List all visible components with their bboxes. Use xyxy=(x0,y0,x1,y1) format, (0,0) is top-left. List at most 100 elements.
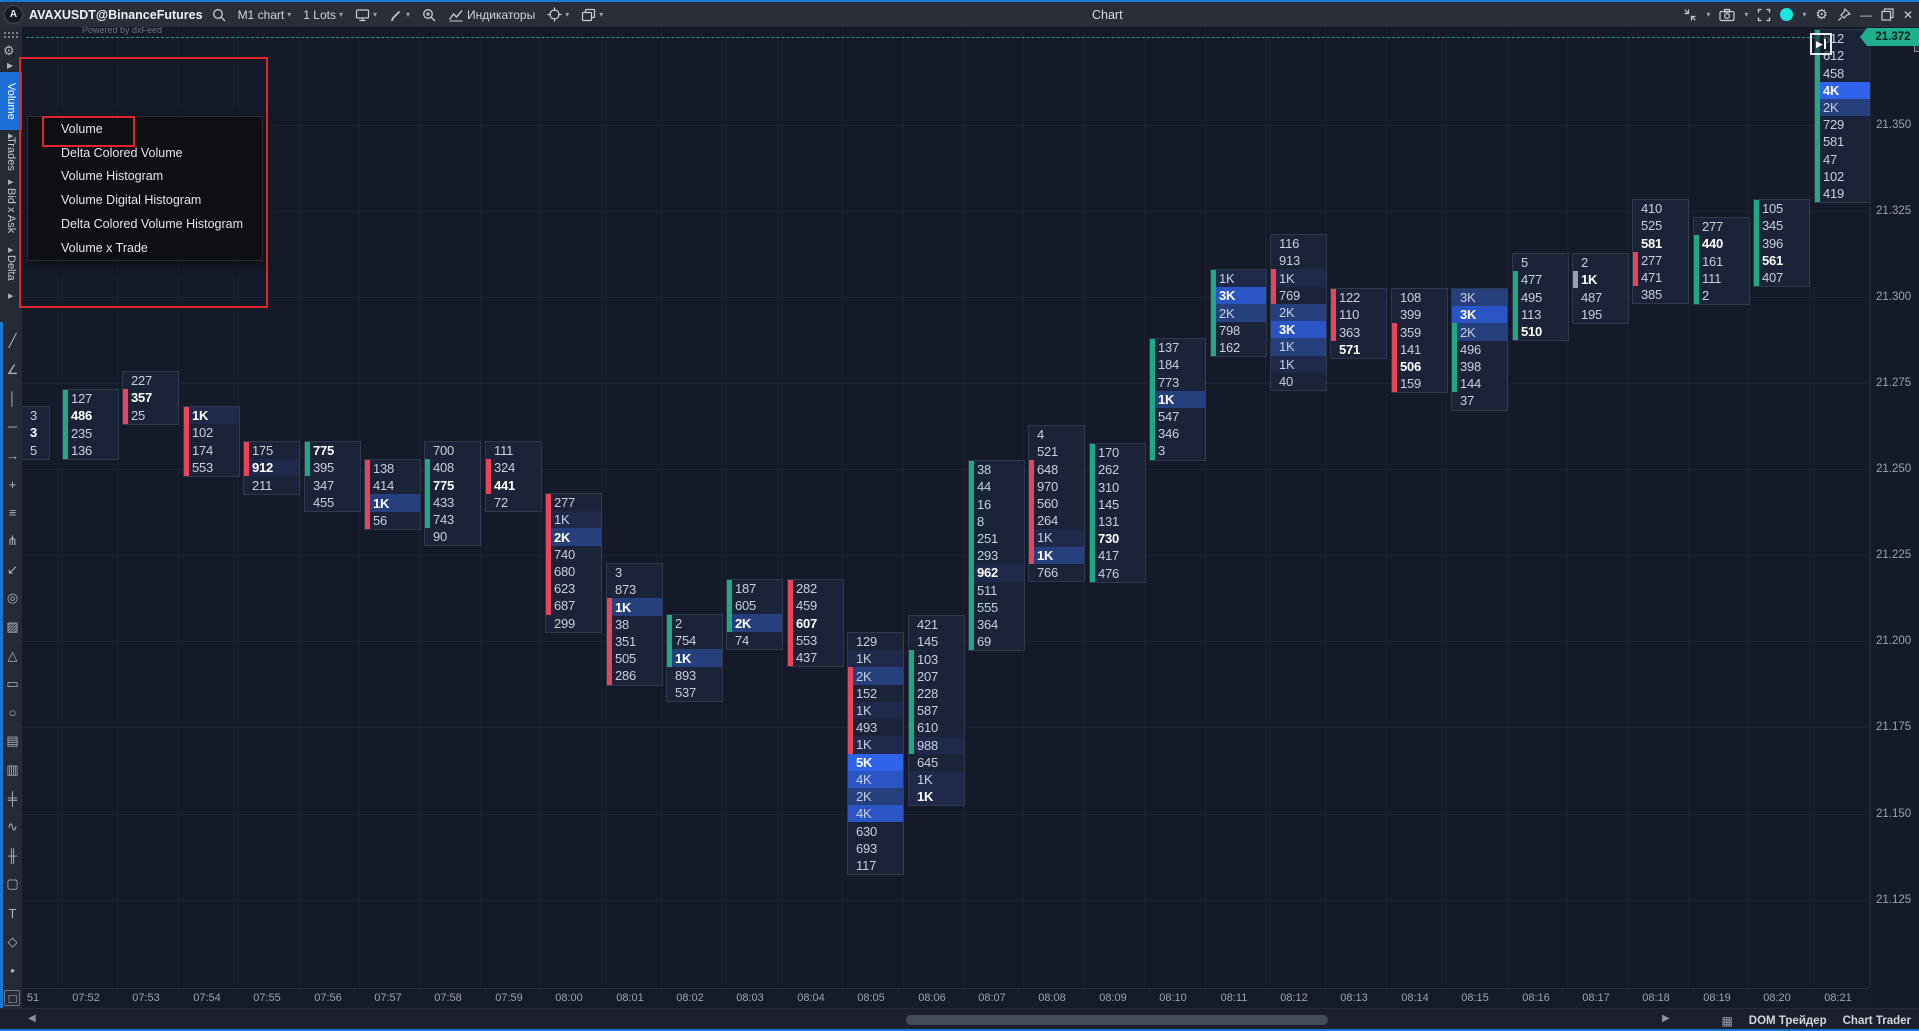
scroll-left-arrow[interactable]: ◀ xyxy=(28,1013,36,1024)
menu-item-delta-colored-volume-histogram[interactable]: Delta Colored Volume Histogram xyxy=(28,212,262,236)
fib-circle-icon[interactable]: ◎ xyxy=(3,586,22,610)
search-button[interactable] xyxy=(209,8,229,22)
price-label: 21.150 xyxy=(1876,808,1911,820)
chevron-down-icon[interactable]: ▾ xyxy=(1706,10,1710,19)
arrow-icon[interactable]: → xyxy=(3,443,22,467)
rectangle-icon[interactable]: ▭ xyxy=(3,672,22,696)
tab-dom-trader[interactable]: DOM Трейдер xyxy=(1749,1015,1827,1027)
wave-icon[interactable]: ∿ xyxy=(3,815,22,839)
text-tool-icon[interactable]: T xyxy=(3,901,22,925)
cluster-cell: 37 xyxy=(1452,392,1507,409)
axis-settings-box-icon[interactable] xyxy=(4,990,20,1006)
sidebar-tab-volume[interactable]: Volume xyxy=(0,72,22,130)
time-axis[interactable]: 5107:5207:5307:5407:5507:5607:5707:5807:… xyxy=(22,988,1870,1009)
price-label: 21.325 xyxy=(1876,205,1911,217)
panel-expand-arrow-icon[interactable]: ▶ xyxy=(7,61,13,70)
timeframe-dropdown[interactable]: M1 chart▾ xyxy=(235,8,295,22)
price-label: 21.350 xyxy=(1876,119,1911,131)
cluster-cell: 766 xyxy=(1029,564,1084,581)
chevron-down-icon[interactable]: ▾ xyxy=(1802,10,1806,19)
menu-item-volume-x-trade[interactable]: Volume x Trade xyxy=(28,236,262,260)
menu-item-volume-digital-histogram[interactable]: Volume Digital Histogram xyxy=(28,188,262,212)
collapse-panel-button[interactable] xyxy=(1683,8,1697,22)
target-icon xyxy=(547,7,562,22)
triangle-icon[interactable]: △ xyxy=(3,644,22,668)
chevron-down-icon[interactable]: ▾ xyxy=(1744,10,1748,19)
chevron-down-icon: ▾ xyxy=(565,10,569,19)
close-button[interactable]: ✕ xyxy=(1903,8,1913,22)
gridline-vertical xyxy=(1205,27,1206,988)
profile-left-icon[interactable]: ▤ xyxy=(3,729,22,753)
pin-button[interactable] xyxy=(1837,8,1851,22)
label-tag-icon[interactable]: ◇ xyxy=(3,930,22,954)
cluster-cell: 4K xyxy=(1815,82,1870,99)
cluster-cell: 69 xyxy=(969,633,1024,650)
crosshair-dropdown[interactable]: ▾ xyxy=(544,7,572,22)
cluster-cell: 440 xyxy=(1694,235,1749,252)
scroll-right-arrow[interactable]: ▶ xyxy=(1662,1013,1670,1024)
volume-cluster: 6126124584K2K72958147102419 xyxy=(1815,30,1870,202)
price-axis[interactable]: 21.35021.32521.30021.27521.25021.22521.2… xyxy=(1870,27,1919,988)
trend-line-icon[interactable]: ╱ xyxy=(3,329,22,353)
layout-dropdown[interactable]: ▾ xyxy=(578,8,606,22)
collapse-arrows-icon xyxy=(1683,8,1697,22)
settings-button[interactable]: ⚙ xyxy=(1815,6,1828,23)
hatch-icon[interactable]: ▨ xyxy=(3,615,22,639)
time-label: 08:04 xyxy=(797,992,825,1004)
go-to-realtime-button[interactable]: ▶ xyxy=(1810,33,1832,55)
volume-cluster: 335 xyxy=(22,407,49,459)
drag-grip-icon[interactable] xyxy=(3,31,19,39)
indicators-button[interactable]: Индикаторы xyxy=(445,8,538,22)
cluster-cell: 90 xyxy=(425,528,480,545)
dotted-rect-icon[interactable]: ▢ xyxy=(3,872,22,896)
titlebar: A AVAXUSDT@BinanceFutures M1 chart▾ 1 Lo… xyxy=(0,2,1919,27)
fullscreen-button[interactable] xyxy=(1757,8,1771,22)
cluster-cell: 102 xyxy=(184,424,239,441)
cluster-cell: 495 xyxy=(1513,288,1568,305)
lots-dropdown[interactable]: 1 Lots▾ xyxy=(300,8,346,22)
restore-button[interactable] xyxy=(1881,8,1894,21)
time-label: 08:06 xyxy=(918,992,946,1004)
screenshot-button[interactable] xyxy=(1719,8,1735,22)
sidebar-tab-bid-x-ask[interactable]: Bid x Ask xyxy=(0,178,22,244)
horizontal-line-icon[interactable]: ─ xyxy=(3,415,22,439)
ellipse-icon[interactable]: ○ xyxy=(3,701,22,725)
menu-item-volume-histogram[interactable]: Volume Histogram xyxy=(28,165,262,189)
sidebar-tab-trades[interactable]: Trades xyxy=(0,132,22,176)
profile-right-icon[interactable]: ▥ xyxy=(3,758,22,782)
cluster-cell: 105 xyxy=(1754,200,1809,217)
arrow-corner-icon[interactable]: ↙ xyxy=(3,558,22,582)
pitchfork-icon[interactable]: ⋔ xyxy=(3,529,22,553)
scrollbar-thumb[interactable] xyxy=(906,1015,1328,1025)
sidebar-tab-delta[interactable]: Delta xyxy=(0,246,22,290)
menu-item-delta-colored-volume[interactable]: Delta Colored Volume xyxy=(28,141,262,165)
time-label: 08:00 xyxy=(555,992,583,1004)
cluster-cell: 235 xyxy=(63,424,118,441)
cross-icon[interactable]: + xyxy=(3,472,22,496)
cluster-cell: 970 xyxy=(1029,478,1084,495)
panel-settings-gear-icon[interactable]: ⚙ xyxy=(3,43,15,59)
zoom-in-button[interactable] xyxy=(419,8,439,22)
cluster-cell: 195 xyxy=(1573,306,1628,323)
parallel-lines-icon[interactable]: ≡ xyxy=(3,501,22,525)
bars-pattern-icon[interactable]: ╫ xyxy=(3,844,22,868)
chart-area[interactable]: Powered by dxFeed 3351274862351362273572… xyxy=(22,27,1870,988)
menu-item-volume[interactable]: Volume xyxy=(28,117,262,141)
cluster-cell: 351 xyxy=(607,633,662,650)
minimize-button[interactable]: — xyxy=(1860,8,1872,22)
angle-icon[interactable]: ∠ xyxy=(3,358,22,382)
display-settings-dropdown[interactable]: ▾ xyxy=(352,8,380,22)
time-label: 08:12 xyxy=(1280,992,1308,1004)
gridline-vertical xyxy=(1507,27,1508,988)
vertical-line-icon[interactable]: │ xyxy=(3,386,22,410)
cluster-cell: 359 xyxy=(1392,323,1447,340)
panels-grid-icon[interactable]: ▦ xyxy=(1721,1014,1732,1028)
dot-icon[interactable]: • xyxy=(3,958,22,982)
cluster-cell: 174 xyxy=(184,441,239,458)
time-label: 07:54 xyxy=(193,992,221,1004)
expand-icon xyxy=(1757,8,1771,22)
tab-chart-trader[interactable]: Chart Trader xyxy=(1843,1015,1911,1027)
cluster-cell: 357 xyxy=(123,389,178,406)
drawing-tools-dropdown[interactable]: ▾ xyxy=(386,8,413,22)
composite-profile-icon[interactable]: ╪ xyxy=(3,787,22,811)
